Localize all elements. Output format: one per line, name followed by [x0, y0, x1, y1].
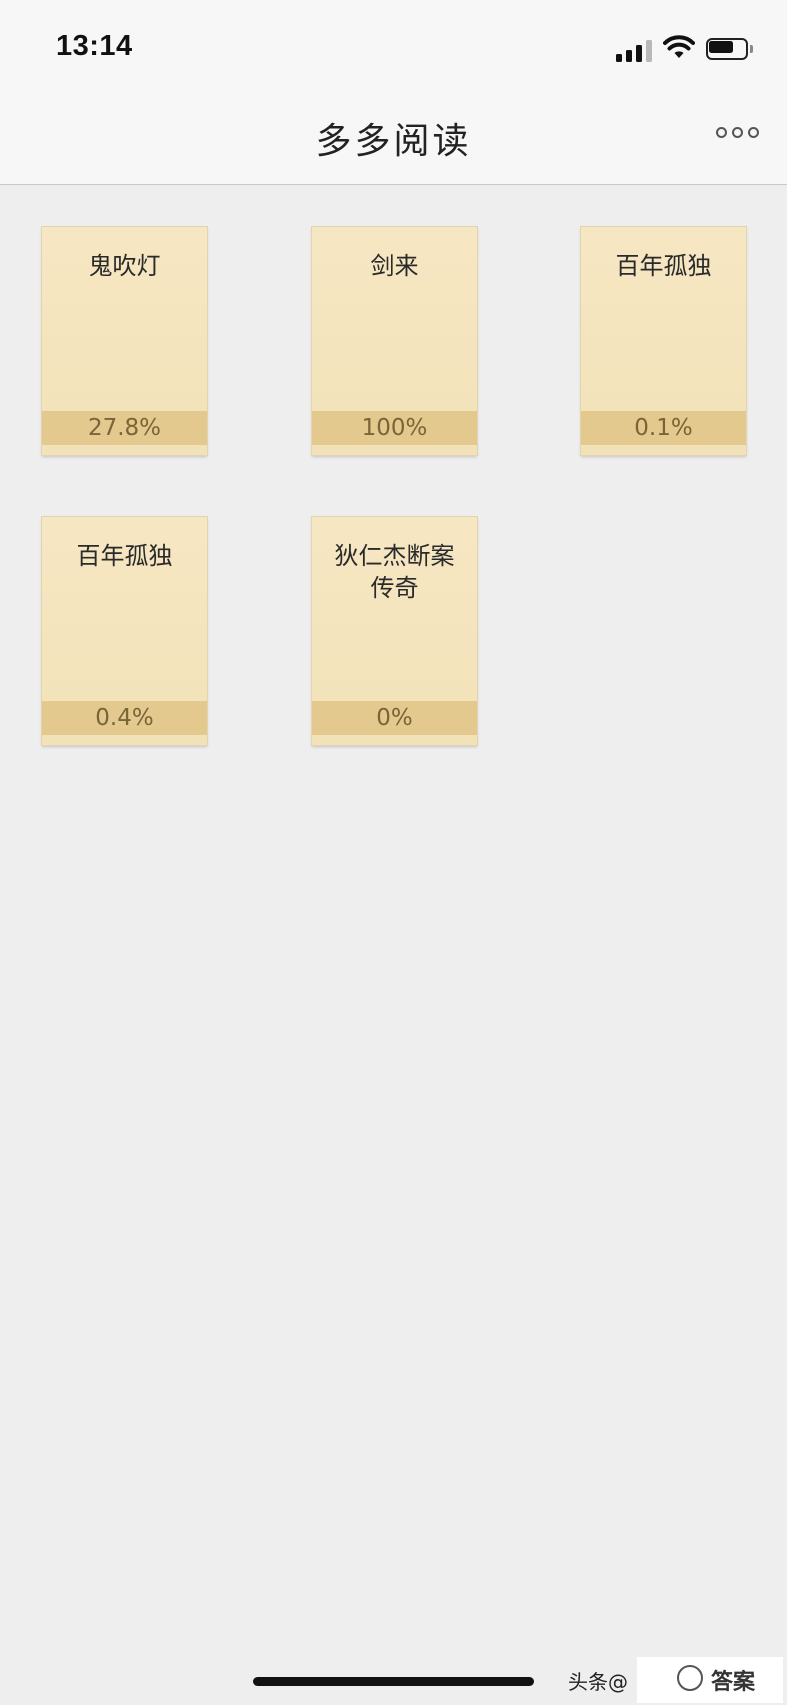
book-card[interactable]: 鬼吹灯 27.8%: [42, 227, 207, 455]
screen: 13:14 多多阅读 鬼吹灯 27.8% 剑来 100% 百年孤独 0.1% 百…: [0, 0, 787, 1705]
nav-bar: 多多阅读: [0, 92, 787, 185]
reading-progress: 0.4%: [42, 701, 207, 735]
book-card[interactable]: 剑来 100%: [312, 227, 477, 455]
status-bar: 13:14: [0, 0, 787, 92]
book-card[interactable]: 狄仁杰断案传奇 0%: [312, 517, 477, 745]
book-title: 百年孤独: [615, 252, 712, 280]
reading-progress: 27.8%: [42, 411, 207, 445]
more-dots-icon: [732, 126, 743, 138]
reading-progress: 0%: [312, 701, 477, 735]
more-dots-icon: [748, 126, 759, 138]
more-dots-icon: [716, 126, 727, 138]
more-options-button[interactable]: [716, 122, 764, 142]
book-card[interactable]: 百年孤独 0.1%: [581, 227, 746, 455]
book-title: 鬼吹灯: [88, 252, 161, 280]
home-indicator[interactable]: [253, 1677, 534, 1686]
logo-icon: [677, 1665, 703, 1691]
progress-percent: 100%: [361, 415, 428, 441]
watermark-logo: 答案: [637, 1657, 783, 1703]
book-title: 狄仁杰断案传奇: [334, 542, 455, 602]
progress-percent: 0.1%: [634, 415, 693, 441]
reading-progress: 0.1%: [581, 411, 746, 445]
progress-percent: 27.8%: [87, 415, 162, 441]
progress-percent: 0%: [376, 705, 413, 731]
book-title: 剑来: [370, 252, 419, 280]
progress-percent: 0.4%: [95, 705, 154, 731]
cellular-signal-icon: [616, 38, 654, 62]
book-card[interactable]: 百年孤独 0.4%: [42, 517, 207, 745]
page-title: 多多阅读: [315, 121, 472, 162]
book-title: 百年孤独: [76, 542, 173, 570]
reading-progress: 100%: [312, 411, 477, 445]
watermark-logo-text: 答案: [711, 1670, 756, 1695]
wifi-icon: [663, 35, 695, 58]
battery-icon: [706, 38, 753, 60]
watermark-text: 头条@: [568, 1670, 628, 1694]
status-time: 13:14: [56, 30, 133, 62]
